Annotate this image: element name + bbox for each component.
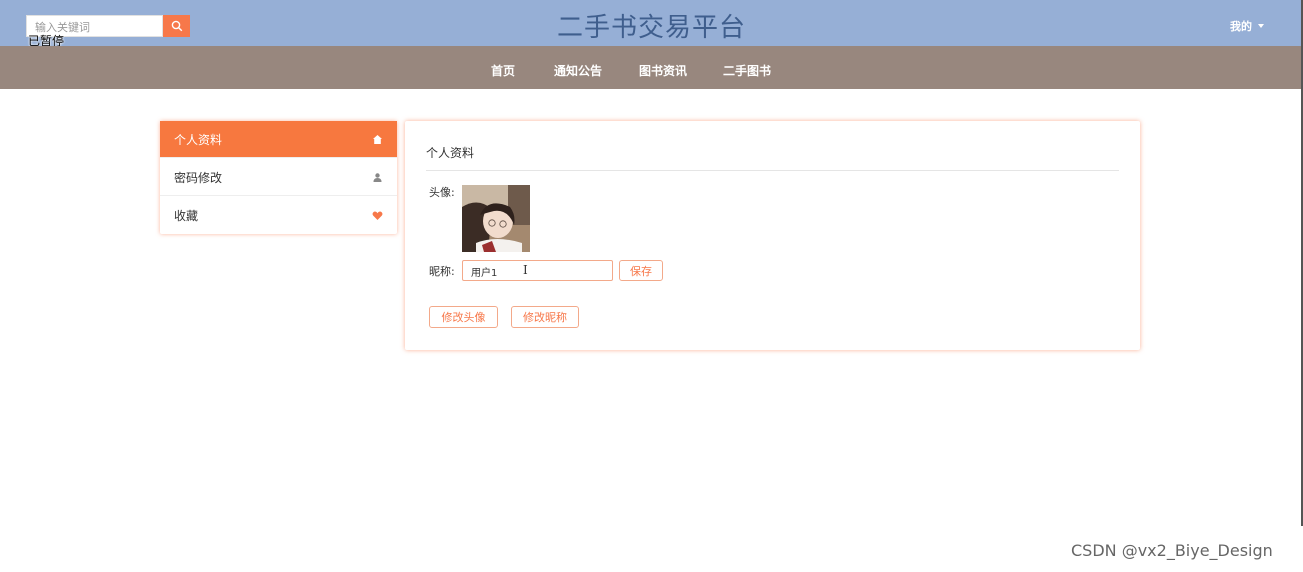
- top-header: 输入关键词 已暂停 二手书交易平台 我的: [0, 0, 1303, 48]
- main-nav: 首页 通知公告 图书资讯 二手图书: [0, 46, 1303, 89]
- sidebar-item-profile[interactable]: 个人资料: [160, 121, 397, 158]
- site-title: 二手书交易平台: [556, 13, 746, 43]
- sidebar-item-favorites[interactable]: 收藏: [160, 197, 397, 234]
- user-menu-label: 我的: [1230, 20, 1252, 33]
- home-icon: [373, 135, 382, 144]
- text-cursor-icon: I: [523, 263, 528, 277]
- change-avatar-button[interactable]: 修改头像: [429, 306, 498, 328]
- change-nickname-button[interactable]: 修改昵称: [511, 306, 579, 328]
- user-menu[interactable]: 我的: [1230, 18, 1264, 34]
- nav-item-home[interactable]: 首页: [491, 62, 515, 79]
- nickname-label: 昵称:: [429, 265, 455, 278]
- panel-title: 个人资料: [426, 146, 475, 160]
- user-icon: [373, 173, 382, 182]
- profile-sidebar: 个人资料 密码修改 收藏: [160, 121, 397, 234]
- caret-down-icon: [1258, 24, 1264, 28]
- sidebar-item-label: 密码修改: [174, 170, 223, 185]
- nav-item-notices[interactable]: 通知公告: [554, 62, 602, 79]
- profile-panel: 个人资料 头像: 昵称: 用户1 I 保存 修改头像 修改昵称: [405, 121, 1140, 350]
- save-button[interactable]: 保存: [619, 260, 663, 281]
- nickname-input[interactable]: 用户1: [462, 260, 613, 281]
- sidebar-item-label: 个人资料: [174, 132, 223, 147]
- avatar-image: [462, 185, 530, 252]
- divider: [426, 170, 1119, 171]
- heart-icon: [372, 211, 383, 220]
- sidebar-item-password[interactable]: 密码修改: [160, 159, 397, 196]
- csdn-watermark: CSDN @vx2_Biye_Design: [1071, 541, 1273, 560]
- avatar-label: 头像:: [429, 186, 455, 199]
- nav-item-used-books[interactable]: 二手图书: [723, 62, 771, 79]
- sidebar-item-label: 收藏: [174, 209, 199, 223]
- nav-item-book-news[interactable]: 图书资讯: [639, 62, 687, 79]
